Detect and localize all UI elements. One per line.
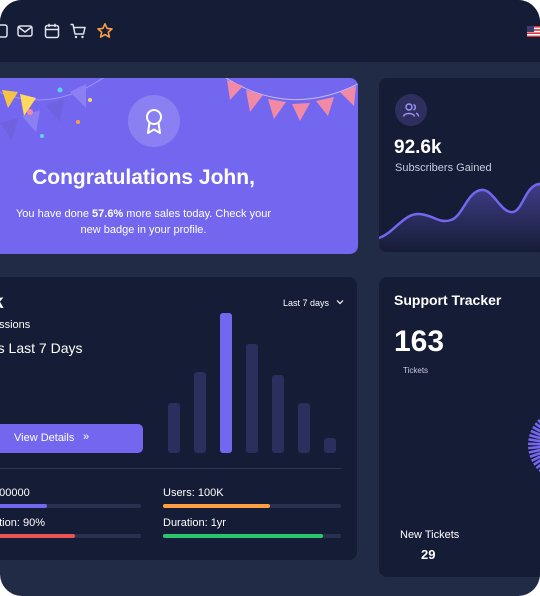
- stat-progress-fill: [0, 534, 75, 538]
- sessions-subtitle: rs Last 7 Days: [0, 340, 83, 356]
- support-tracker-card: Support Tracker 163 Tickets New Tickets …: [379, 277, 540, 577]
- subscribers-icon-wrap: [395, 94, 427, 126]
- window-icon[interactable]: [0, 22, 10, 40]
- view-details-button[interactable]: View Details »: [0, 424, 143, 453]
- congratulations-card: Congratulations John, You have done 57.6…: [0, 78, 358, 254]
- stat-progress-track: [163, 534, 341, 538]
- session-bar: [168, 403, 180, 453]
- stat-progress-fill: [0, 504, 48, 508]
- view-details-label: View Details: [14, 432, 75, 444]
- stat-progress-track: [163, 504, 341, 508]
- stat-progress-track: [0, 504, 141, 508]
- stat-label: Duration: 1yr: [163, 517, 226, 529]
- calendar-icon[interactable]: [43, 22, 61, 40]
- sessions-label: essions: [0, 319, 31, 331]
- us-flag-icon[interactable]: [527, 26, 540, 37]
- chevron-down-icon: [337, 300, 344, 305]
- stat-label: Users: 100K: [163, 487, 224, 499]
- session-bar: [272, 375, 284, 453]
- cart-icon[interactable]: [69, 22, 87, 40]
- award-icon: [146, 109, 162, 134]
- period-select[interactable]: Last 7 days: [283, 293, 344, 308]
- stat-progress-fill: [163, 504, 270, 508]
- stat-progress-fill: [163, 534, 324, 538]
- session-bar: [194, 372, 206, 453]
- period-select-value: Last 7 days: [283, 298, 330, 308]
- subscribers-label: Subscribers Gained: [395, 162, 492, 174]
- tickets-value: 163: [394, 325, 445, 358]
- sessions-value: k: [0, 292, 4, 314]
- divider: [0, 468, 341, 469]
- session-bar: [220, 313, 232, 453]
- gauge-tick: [528, 438, 540, 443]
- congratulations-message-line2: new badge in your profile.: [80, 224, 207, 236]
- support-radial-gauge: [527, 419, 540, 472]
- subscribers-card: 92.6k Subscribers Gained: [379, 78, 540, 252]
- gauge-tick: [527, 442, 540, 446]
- chevrons-right-icon: »: [83, 431, 90, 443]
- session-bar: [324, 438, 336, 453]
- mail-icon[interactable]: [16, 22, 34, 40]
- top-navbar: [0, 0, 540, 62]
- sessions-card: k essions rs Last 7 Days Last 7 days Vie…: [0, 277, 357, 560]
- subscribers-value: 92.6k: [394, 137, 442, 158]
- message-prefix: You have done: [15, 208, 93, 220]
- star-icon[interactable]: [96, 22, 114, 40]
- users-icon: [402, 103, 420, 117]
- session-bar: [298, 403, 310, 453]
- new-tickets-label: New Tickets: [400, 529, 460, 541]
- subscribers-sparkline: [379, 182, 540, 252]
- sales-percentage: 57.6%: [92, 208, 124, 220]
- gauge-tick: [528, 445, 540, 450]
- tickets-label: Tickets: [403, 366, 429, 375]
- badge-circle: [128, 95, 180, 147]
- session-bar: [246, 344, 258, 453]
- gauge-tick: [528, 448, 540, 454]
- congratulations-message-line1: You have done 57.6% more sales today. Ch…: [0, 208, 297, 220]
- support-tracker-title: Support Tracker: [394, 292, 502, 308]
- congratulations-title: Congratulations John,: [32, 166, 255, 189]
- stat-label: ation: 90%: [0, 517, 45, 529]
- new-tickets-value: 29: [421, 547, 436, 562]
- message-suffix: more sales today. Check your: [123, 208, 271, 220]
- stat-label: 100000: [0, 487, 30, 499]
- app-frame: Congratulations John, You have done 57.6…: [0, 0, 540, 596]
- stat-progress-track: [0, 534, 141, 538]
